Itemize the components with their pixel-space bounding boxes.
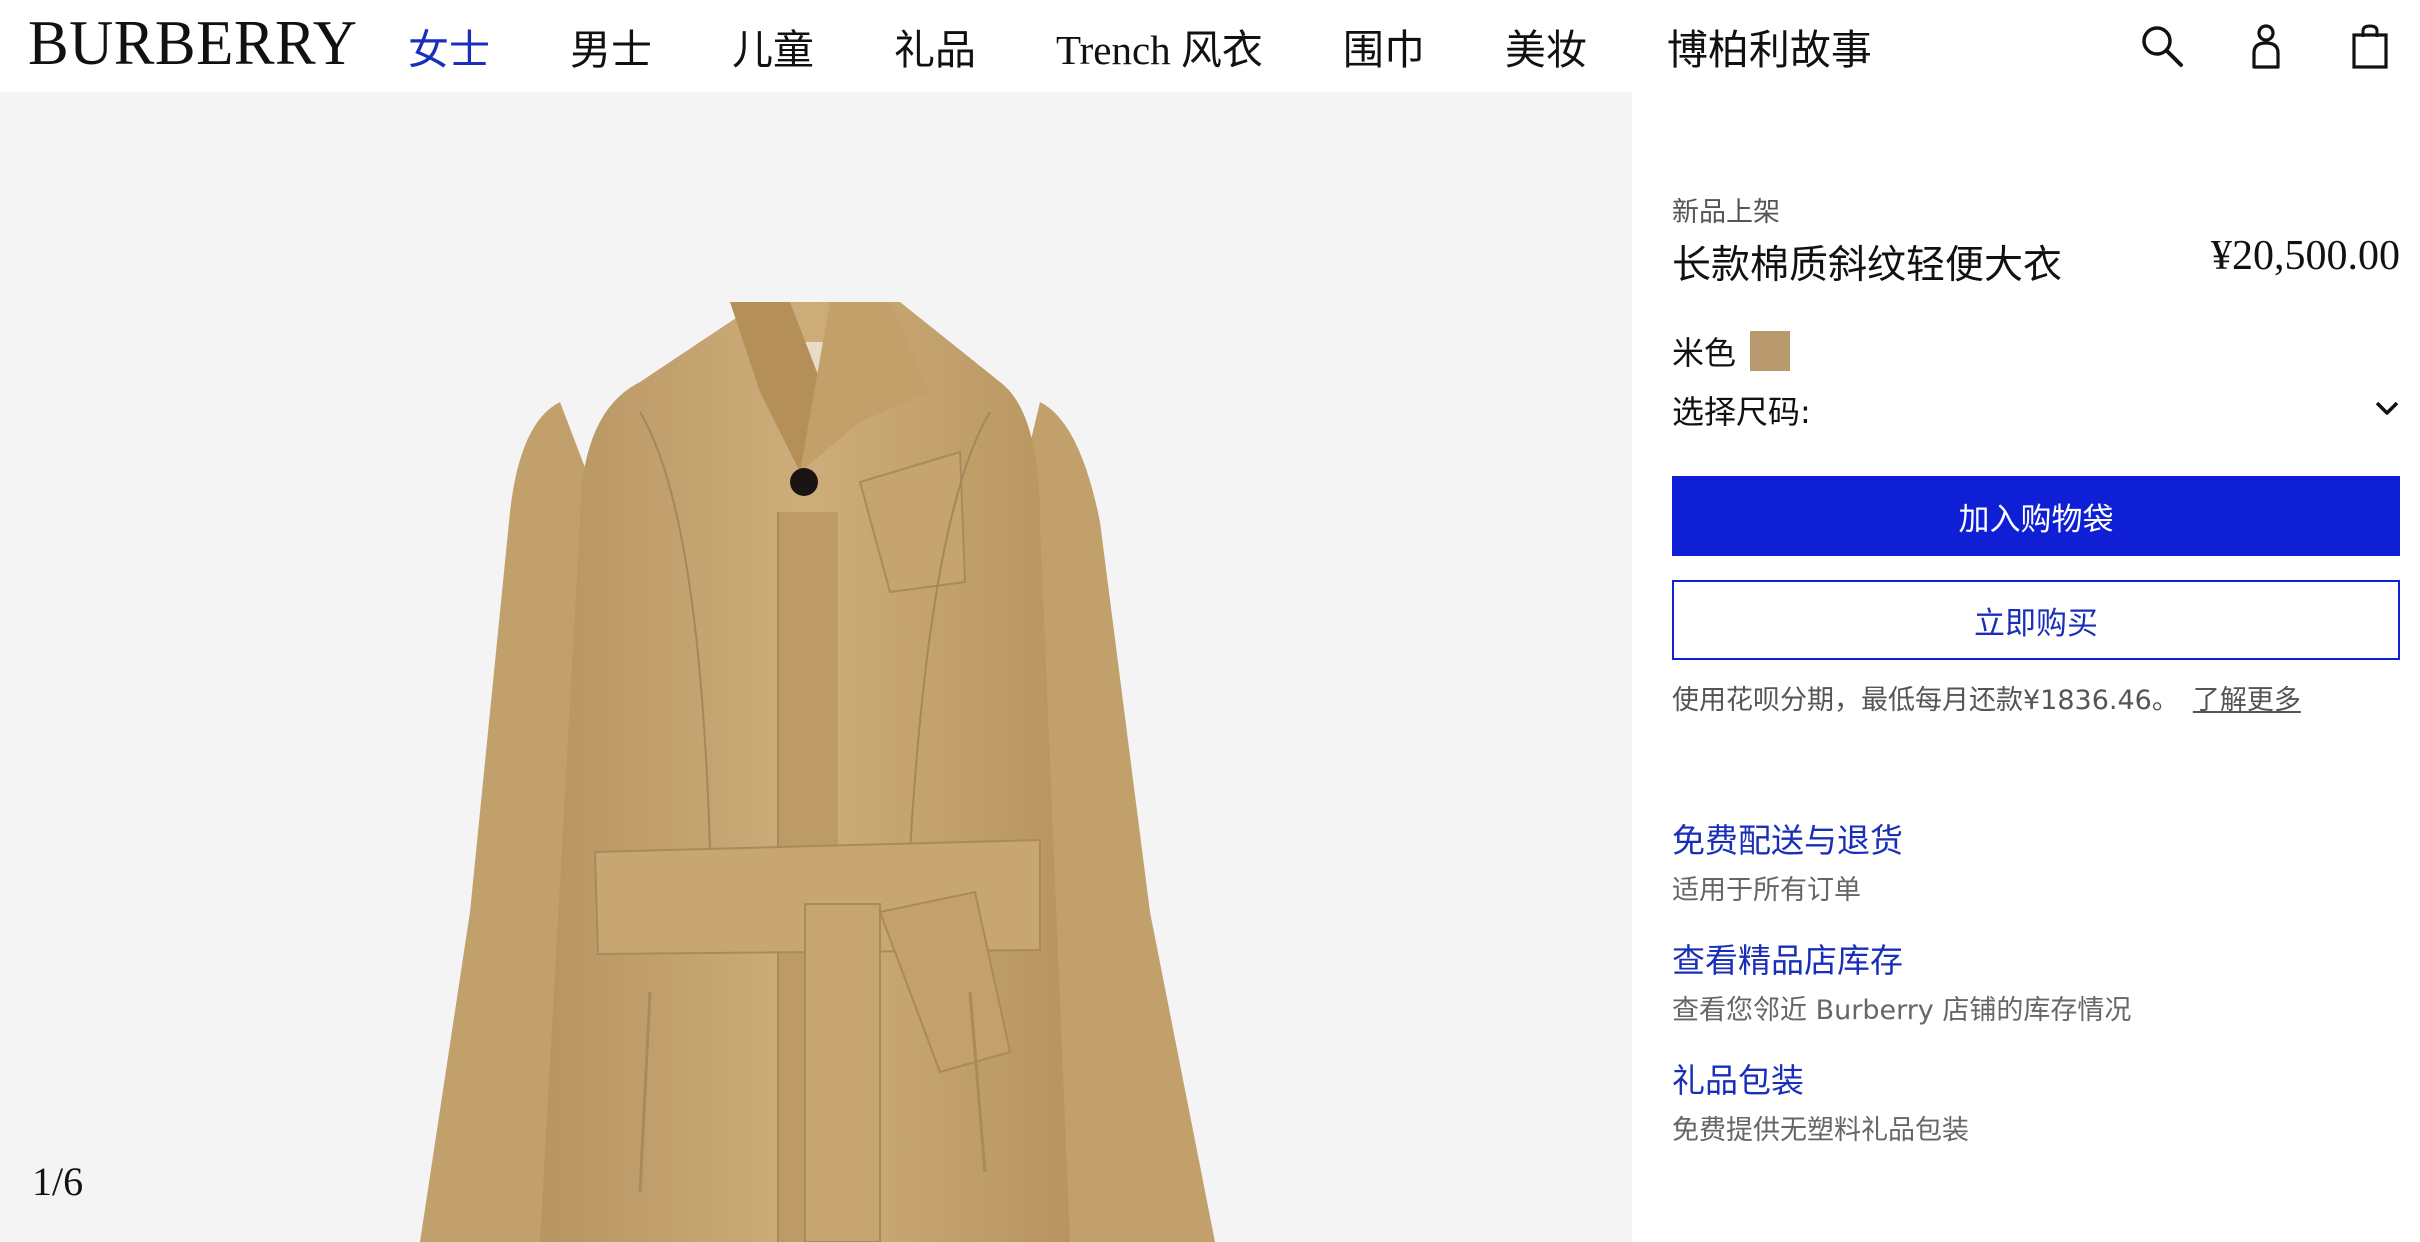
service-gift-wrap: 礼品包装 免费提供无塑料礼品包装: [1672, 1054, 1969, 1147]
chevron-down-icon: [2374, 399, 2400, 421]
nav-item-scarves[interactable]: 围巾: [1343, 16, 1425, 76]
product-details-panel: 新品上架 长款棉质斜纹轻便大衣 ¥20,500.00 米色 选择尺码: 加入购物…: [1672, 92, 2400, 1242]
service-store-stock: 查看精品店库存 查看您邻近 Burberry 店铺的库存情况: [1672, 934, 2131, 1027]
brand-logo[interactable]: BURBERRY: [28, 12, 357, 75]
gift-wrap-desc: 免费提供无塑料礼品包装: [1672, 1115, 1969, 1146]
nav-item-beauty[interactable]: 美妆: [1505, 16, 1587, 76]
shopping-bag-icon[interactable]: [2344, 18, 2396, 74]
size-selector[interactable]: 选择尺码:: [1672, 388, 2400, 432]
color-selector: 米色: [1672, 328, 1791, 374]
installment-text: 使用花呗分期，最低每月还款¥1836.46。: [1672, 685, 2179, 716]
add-to-bag-button[interactable]: 加入购物袋: [1672, 476, 2400, 556]
product-price: ¥20,500.00: [2211, 233, 2400, 279]
account-icon[interactable]: [2240, 18, 2292, 74]
store-stock-desc: 查看您邻近 Burberry 店铺的库存情况: [1672, 995, 2132, 1026]
nav-item-men[interactable]: 男士: [570, 16, 652, 76]
main-nav: 女士 男士 儿童 礼品 Trench 风衣 围巾 美妆 博柏利故事: [408, 0, 1952, 92]
nav-item-women[interactable]: 女士: [408, 16, 490, 76]
product-image-gallery[interactable]: 1/6: [0, 92, 1632, 1242]
buy-now-button[interactable]: 立即购买: [1672, 580, 2400, 660]
shipping-link[interactable]: 免费配送与退货: [1672, 814, 1903, 862]
learn-more-link[interactable]: 了解更多: [2193, 685, 2301, 716]
site-header: BURBERRY 女士 男士 儿童 礼品 Trench 风衣 围巾 美妆 博柏利…: [0, 0, 2420, 92]
color-label: 米色: [1672, 334, 1737, 372]
new-arrival-tag: 新品上架: [1672, 197, 1780, 228]
header-actions: [2084, 18, 2396, 74]
nav-item-gifts[interactable]: 礼品: [894, 16, 976, 76]
image-counter: 1/6: [32, 1159, 84, 1204]
installment-info: 使用花呗分期，最低每月还款¥1836.46。 了解更多: [1672, 678, 2301, 717]
nav-item-story[interactable]: 博柏利故事: [1667, 16, 1872, 76]
gift-wrap-link[interactable]: 礼品包装: [1672, 1054, 1969, 1102]
service-shipping: 免费配送与退货 适用于所有订单: [1672, 814, 1903, 907]
coat-image: [420, 302, 1215, 1242]
shipping-desc: 适用于所有订单: [1672, 875, 1861, 906]
nav-item-trench[interactable]: Trench 风衣: [1056, 16, 1263, 76]
nav-item-children[interactable]: 儿童: [732, 16, 814, 76]
size-label: 选择尺码:: [1672, 393, 1811, 431]
product-title: 长款棉质斜纹轻便大衣: [1672, 243, 2063, 288]
store-stock-link[interactable]: 查看精品店库存: [1672, 934, 2131, 982]
search-icon[interactable]: [2136, 18, 2188, 74]
color-swatch[interactable]: [1750, 331, 1791, 371]
